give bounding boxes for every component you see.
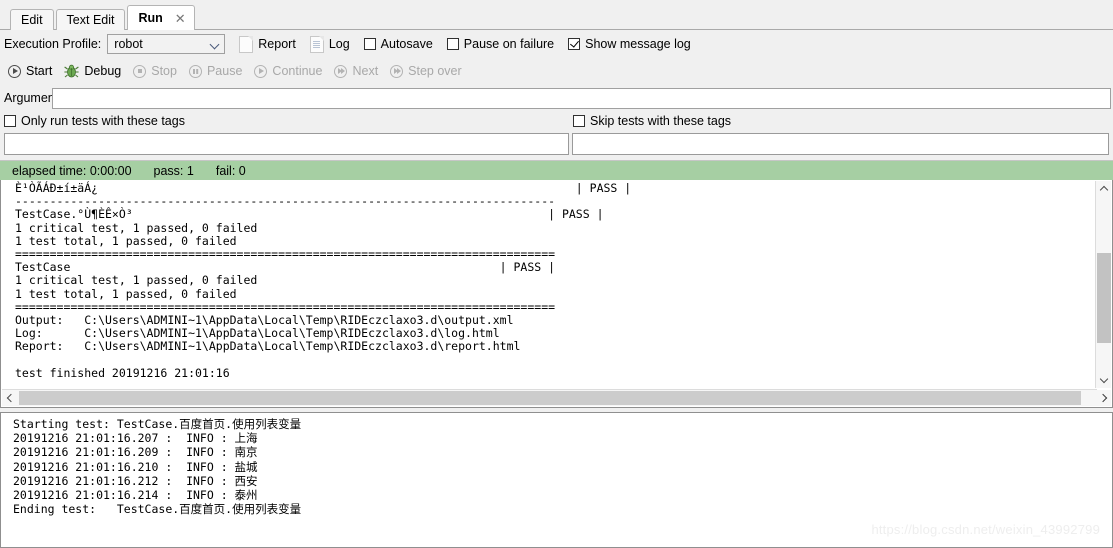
tab-run-label: Run [138,11,163,25]
log-button[interactable]: Log [309,35,350,53]
step-over-label: Step over [408,64,462,78]
report-label: Report [258,37,296,51]
tag-filter-row: Only run tests with these tags Skip test… [0,112,1113,132]
continue-play-icon [254,64,268,78]
console-horizontal-scrollbar[interactable] [2,389,1097,406]
next-fastforward-icon [334,64,348,78]
message-log-text: Starting test: TestCase.百度首页.使用列表变量 2019… [13,417,302,517]
close-icon[interactable]: ✕ [173,12,188,25]
continue-button: Continue [254,64,322,78]
scroll-left-arrow-icon[interactable] [2,390,18,406]
tab-edit[interactable]: Edit [10,9,54,30]
checkbox-box-icon [363,38,376,50]
tab-text-edit[interactable]: Text Edit [55,9,126,30]
pause-icon [188,64,202,78]
show-message-log-checkbox[interactable]: Show message log [568,37,691,51]
report-document-icon [239,35,254,53]
tab-run[interactable]: Run ✕ [127,5,195,30]
elapsed-time-status: elapsed time: 0:00:00 [12,163,132,178]
pass-count-status: pass: 1 [153,163,194,178]
checkbox-box-icon [4,115,16,127]
watermark-text: https://blog.csdn.net/weixin_43992799 [871,522,1100,537]
arguments-label: Arguments: [4,91,68,105]
console-output-text-area: È¹ÒÃÁÐ±í±äÁ¿ | PASS | ------------------… [3,180,1081,388]
tab-strip: Edit Text Edit Run ✕ [0,0,1113,30]
step-over-button: Step over [390,64,462,78]
pause-label: Pause [206,64,243,78]
execution-profile-value: robot [114,37,143,51]
pause-button: Pause [188,64,243,78]
ride-run-tab-window: Edit Text Edit Run ✕ Execution Profile: … [0,0,1113,548]
arguments-row: Arguments: [0,86,1113,110]
bug-icon [64,64,80,78]
autosave-checkbox[interactable]: Autosave [363,37,433,51]
execution-profile-select[interactable]: robot [107,34,226,54]
console-output-pane[interactable]: È¹ÒÃÁÐ±í±äÁ¿ | PASS | ------------------… [0,180,1113,408]
autosave-label: Autosave [380,37,433,51]
skip-tags-input[interactable] [572,133,1109,155]
console-vertical-scrollbar[interactable] [1095,181,1111,388]
arguments-input[interactable] [52,87,1111,109]
tag-fields-row [0,131,1113,157]
play-icon [8,64,21,78]
continue-label: Continue [272,64,323,78]
report-button[interactable]: Report [239,35,296,53]
fail-count-status: fail: 0 [215,163,246,178]
log-label: Log [328,37,350,51]
scroll-up-arrow-icon[interactable] [1096,181,1112,197]
next-button: Next [334,64,378,78]
debug-button[interactable]: Debug [64,64,121,78]
scroll-right-arrow-icon[interactable] [1095,390,1111,406]
pause-on-failure-label: Pause on failure [463,37,555,51]
only-run-tags-input[interactable] [4,133,569,155]
step-over-icon [390,64,404,78]
horizontal-scrollbar-thumb[interactable] [19,391,1081,405]
pause-on-failure-checkbox[interactable]: Pause on failure [446,37,555,51]
next-label: Next [352,64,379,78]
stop-button: Stop [133,64,177,78]
tab-list: Edit Text Edit Run ✕ [10,4,197,30]
run-control-row: Start Debug Stop Pause Continue Next Ste… [0,59,1113,83]
only-run-tags-label: Only run tests with these tags [21,114,185,128]
stop-label: Stop [151,64,177,78]
console-output-text: È¹ÒÃÁÐ±í±äÁ¿ | PASS | ------------------… [15,181,632,380]
message-log-pane[interactable]: Starting test: TestCase.百度首页.使用列表变量 2019… [0,412,1113,548]
checkbox-checked-icon [568,38,581,50]
chevron-down-icon [211,40,220,49]
only-run-tags-checkbox[interactable]: Only run tests with these tags [4,114,185,128]
scroll-down-arrow-icon[interactable] [1096,372,1112,388]
debug-label: Debug [84,64,122,78]
start-button[interactable]: Start [8,64,52,78]
stop-icon [133,64,147,78]
run-status-bar: elapsed time: 0:00:00 pass: 1 fail: 0 [0,160,1113,180]
vertical-scrollbar-thumb[interactable] [1097,253,1111,343]
execution-profile-label: Execution Profile: [4,37,102,51]
checkbox-box-icon [446,38,459,50]
execution-profile-row: Execution Profile: robot Report Log Auto… [0,31,1113,57]
checkbox-box-icon [573,115,585,127]
tab-text-edit-label: Text Edit [66,13,115,27]
log-document-icon [309,35,324,53]
skip-tags-checkbox[interactable]: Skip tests with these tags [573,114,731,128]
start-label: Start [26,64,53,78]
skip-tags-label: Skip tests with these tags [590,114,732,128]
tab-edit-label: Edit [21,13,43,27]
show-message-log-label: Show message log [585,37,691,51]
